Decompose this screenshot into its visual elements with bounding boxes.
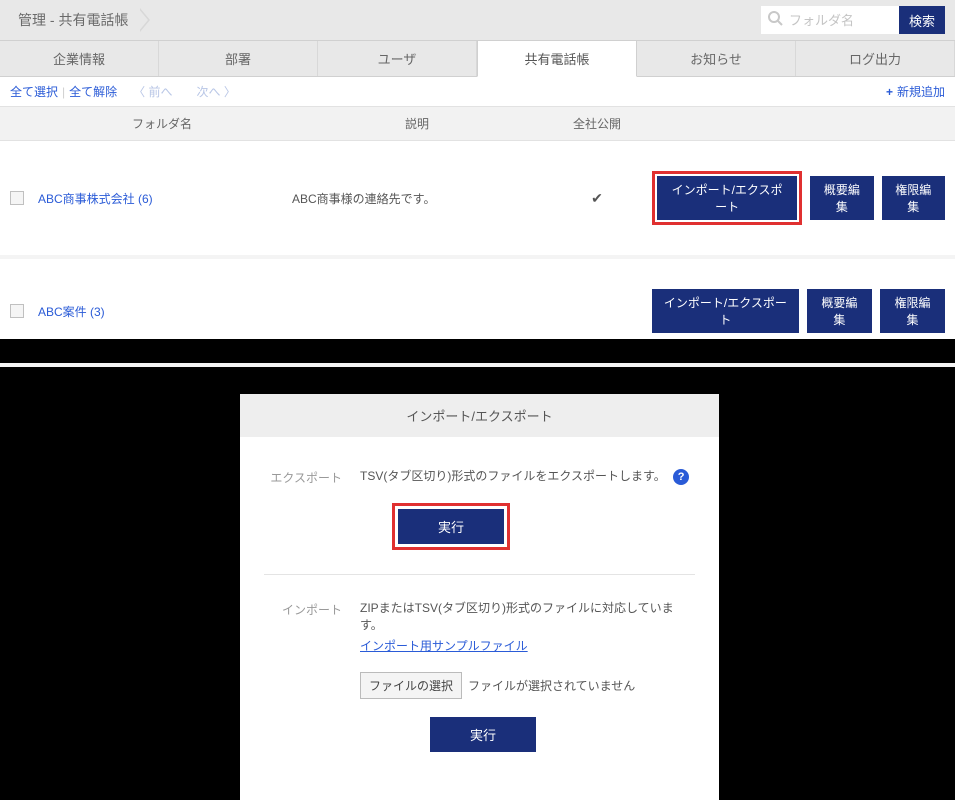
edit-button[interactable]: 概要編集 <box>807 289 872 333</box>
search-input[interactable] <box>789 13 899 28</box>
help-icon[interactable]: ? <box>673 469 689 485</box>
prev-link: 〈 前へ <box>133 83 172 100</box>
col-header-name: フォルダ名 <box>32 115 292 132</box>
search-button[interactable]: 検索 <box>899 6 945 34</box>
file-status: ファイルが選択されていません <box>468 677 635 694</box>
permission-button[interactable]: 権限編集 <box>880 289 945 333</box>
header-bar: 管理 - 共有電話帳 検索 <box>0 0 955 41</box>
main-panel: 管理 - 共有電話帳 検索 企業情報 部署 ユーザ 共有電話帳 お知らせ ログ出… <box>0 0 955 339</box>
permission-button[interactable]: 権限編集 <box>882 176 945 220</box>
select-all-link[interactable]: 全て選択 <box>10 83 58 100</box>
import-export-button[interactable]: インポート/エクスポート <box>657 176 797 220</box>
public-check-icon: ✔ <box>542 190 652 207</box>
action-bar: 全て選択 | 全て解除 〈 前へ 次へ 〉 + 新規追加 <box>0 77 955 106</box>
import-sample-link[interactable]: インポート用サンプルファイル <box>360 637 528 654</box>
tab-log[interactable]: ログ出力 <box>796 41 955 76</box>
tab-shared-phonebook[interactable]: 共有電話帳 <box>477 41 637 77</box>
col-header-desc: 説明 <box>292 115 542 132</box>
breadcrumb-arrow-icon <box>140 8 150 32</box>
dialog-title: インポート/エクスポート <box>240 394 719 437</box>
tabs: 企業情報 部署 ユーザ 共有電話帳 お知らせ ログ出力 <box>0 41 955 77</box>
import-exec-button[interactable]: 実行 <box>430 717 536 752</box>
separator: | <box>62 85 65 99</box>
breadcrumb: 管理 - 共有電話帳 <box>10 8 761 32</box>
highlight-box: 実行 <box>392 503 510 550</box>
file-select-button[interactable]: ファイルの選択 <box>360 672 462 699</box>
row-checkbox[interactable] <box>10 304 24 318</box>
export-exec-button[interactable]: 実行 <box>398 509 504 544</box>
table-row: ABC商事株式会社 (6) ABC商事様の連絡先です。 ✔ インポート/エクスポ… <box>0 141 955 259</box>
highlight-box: インポート/エクスポート <box>652 171 802 225</box>
row-checkbox[interactable] <box>10 191 24 205</box>
edit-button[interactable]: 概要編集 <box>810 176 873 220</box>
plus-icon: + <box>886 85 893 99</box>
search-group: 検索 <box>761 6 945 34</box>
tab-department[interactable]: 部署 <box>159 41 318 76</box>
add-new-label: 新規追加 <box>897 83 945 100</box>
folder-name-link[interactable]: ABC案件 (3) <box>32 303 292 320</box>
import-label: インポート <box>264 599 342 752</box>
import-text: ZIPまたはTSV(タブ区切り)形式のファイルに対応しています。 <box>360 601 674 632</box>
dialog-area: インポート/エクスポート エクスポート TSV(タブ区切り)形式のファイルをエク… <box>0 339 955 800</box>
export-text: TSV(タブ区切り)形式のファイルをエクスポートします。 <box>360 469 666 483</box>
tab-user[interactable]: ユーザ <box>318 41 477 76</box>
tab-company-info[interactable]: 企業情報 <box>0 41 159 76</box>
folder-name-link[interactable]: ABC商事株式会社 (6) <box>32 190 292 207</box>
folder-desc: ABC商事様の連絡先です。 <box>292 190 542 207</box>
search-icon <box>761 10 789 31</box>
table-header: フォルダ名 説明 全社公開 <box>0 106 955 141</box>
import-export-button[interactable]: インポート/エクスポート <box>652 289 799 333</box>
col-header-public: 全社公開 <box>542 115 652 132</box>
export-label: エクスポート <box>264 467 342 550</box>
deselect-all-link[interactable]: 全て解除 <box>69 83 117 100</box>
import-export-dialog: インポート/エクスポート エクスポート TSV(タブ区切り)形式のファイルをエク… <box>240 394 719 800</box>
add-new-link[interactable]: + 新規追加 <box>886 83 945 100</box>
tab-notice[interactable]: お知らせ <box>637 41 796 76</box>
next-link: 次へ 〉 <box>197 83 236 100</box>
breadcrumb-title: 管理 - 共有電話帳 <box>10 10 136 30</box>
